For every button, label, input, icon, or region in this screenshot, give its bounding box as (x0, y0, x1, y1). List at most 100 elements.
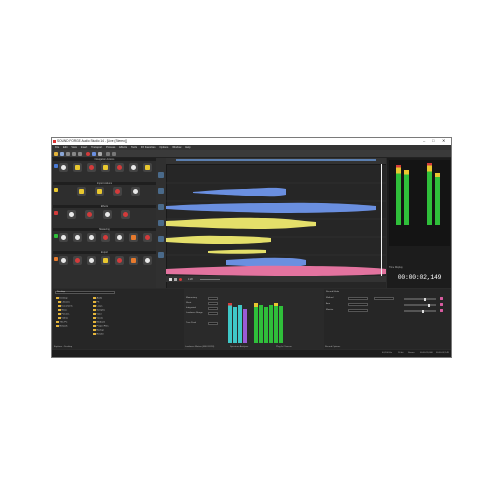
file-item[interactable]: Mixdown (93, 321, 105, 324)
action-button[interactable] (129, 256, 138, 265)
meter-right-bar (435, 173, 440, 225)
timeline-ruler[interactable] (166, 158, 386, 165)
action-button[interactable] (143, 233, 152, 242)
file-item[interactable]: Voice (93, 313, 102, 316)
action-button[interactable] (85, 210, 94, 219)
record-method-select[interactable] (348, 297, 368, 300)
action-button[interactable] (129, 233, 138, 242)
action-button[interactable] (115, 233, 124, 242)
record-monitor-select[interactable] (348, 309, 368, 312)
tree-item[interactable]: This PC (56, 321, 67, 324)
loudness-label: Loudness Range (186, 312, 203, 314)
plugin-chooser-tab[interactable]: Plug-In Chooser (276, 346, 292, 349)
close-button[interactable]: ✕ (442, 139, 445, 143)
zoom-icon[interactable] (106, 151, 110, 156)
file-item[interactable]: FX (93, 301, 99, 304)
action-button[interactable] (103, 210, 112, 219)
action-button[interactable] (115, 256, 124, 265)
tree-item[interactable]: Network (56, 325, 68, 328)
loudness-tab[interactable]: Loudness Meters (EBU R128) (185, 346, 214, 349)
paste-icon[interactable] (78, 151, 82, 156)
action-button[interactable] (59, 256, 68, 265)
waveform-blue-3 (226, 257, 306, 267)
actions-panel: Navigation Actions Import Actions Effect… (53, 158, 156, 288)
action-button[interactable] (73, 256, 82, 265)
file-item[interactable]: Backup (93, 329, 104, 332)
input-slider[interactable] (404, 297, 436, 301)
tree-item[interactable]: Libraries (58, 301, 70, 304)
action-button[interactable] (129, 163, 138, 172)
record-icon[interactable] (86, 151, 90, 156)
record-select[interactable] (374, 297, 394, 300)
track-button[interactable] (158, 204, 164, 210)
record-tab[interactable]: Record Options (325, 346, 340, 349)
action-button[interactable] (113, 187, 122, 196)
record-toggle[interactable] (440, 303, 443, 306)
action-button[interactable] (67, 210, 76, 219)
action-button[interactable] (121, 210, 130, 219)
action-button[interactable] (73, 233, 82, 242)
maximize-button[interactable]: □ (432, 139, 434, 143)
file-item[interactable]: Vocals (93, 317, 103, 320)
waveform-yellow-2 (166, 235, 271, 244)
stop-icon[interactable] (98, 151, 102, 156)
track-button[interactable] (158, 172, 164, 178)
transport-bar: 1:28 (166, 276, 386, 282)
meter-left-bar (396, 165, 401, 225)
action-button[interactable] (143, 256, 152, 265)
save-icon[interactable] (60, 151, 64, 156)
stop-icon[interactable] (174, 277, 177, 281)
input-slider[interactable] (404, 303, 436, 307)
cut-icon[interactable] (66, 151, 70, 156)
explorer-tab[interactable]: Explorer - Desktop (54, 346, 72, 349)
spectrum-tab[interactable]: Spectrum Analyzer (230, 346, 248, 349)
open-icon[interactable] (54, 151, 58, 156)
file-item[interactable]: Audio (93, 297, 102, 300)
record-arm-select[interactable] (348, 303, 368, 306)
action-button[interactable] (59, 163, 68, 172)
marker-icon[interactable] (112, 151, 116, 156)
action-button[interactable] (87, 256, 96, 265)
waveform-tracks[interactable] (166, 165, 386, 276)
tree-item[interactable]: Desktop (56, 297, 68, 300)
action-button[interactable] (101, 256, 110, 265)
loudness-value (208, 297, 218, 300)
tree-item[interactable]: Videos (58, 317, 68, 320)
playhead-cursor[interactable] (381, 164, 382, 276)
copy-icon[interactable] (72, 151, 76, 156)
action-button[interactable] (95, 187, 104, 196)
file-item[interactable]: Loops (93, 305, 102, 308)
minimize-button[interactable]: – (423, 139, 425, 143)
record-icon[interactable] (179, 277, 182, 281)
track-button[interactable] (158, 188, 164, 194)
track-button[interactable] (158, 220, 164, 226)
file-item[interactable]: Project Files (93, 325, 109, 328)
loudness-bar (228, 303, 232, 343)
waveform-area[interactable]: 1:28 (156, 158, 386, 288)
file-item[interactable]: Render (93, 333, 104, 336)
action-button[interactable] (131, 187, 140, 196)
action-button[interactable] (73, 163, 82, 172)
status-bitdepth: 16 bit (398, 352, 404, 354)
action-button[interactable] (101, 163, 110, 172)
action-button[interactable] (115, 163, 124, 172)
play-icon[interactable] (92, 151, 96, 156)
tree-item[interactable]: Documents (58, 305, 73, 308)
action-button[interactable] (87, 233, 96, 242)
input-slider[interactable] (404, 309, 436, 313)
play-icon[interactable] (169, 277, 172, 281)
action-button[interactable] (101, 233, 110, 242)
tree-item[interactable]: Music (58, 309, 67, 312)
action-button[interactable] (143, 163, 152, 172)
record-toggle[interactable] (440, 309, 443, 312)
track-button[interactable] (158, 236, 164, 242)
action-button[interactable] (59, 233, 68, 242)
record-toggle[interactable] (440, 297, 443, 300)
file-item[interactable]: Samples (93, 309, 105, 312)
action-button[interactable] (87, 163, 96, 172)
zoom-slider[interactable] (200, 278, 220, 280)
tree-item[interactable]: Pictures (58, 313, 69, 316)
action-button[interactable] (77, 187, 86, 196)
track-button[interactable] (158, 252, 164, 258)
overview-bar[interactable] (176, 159, 376, 161)
